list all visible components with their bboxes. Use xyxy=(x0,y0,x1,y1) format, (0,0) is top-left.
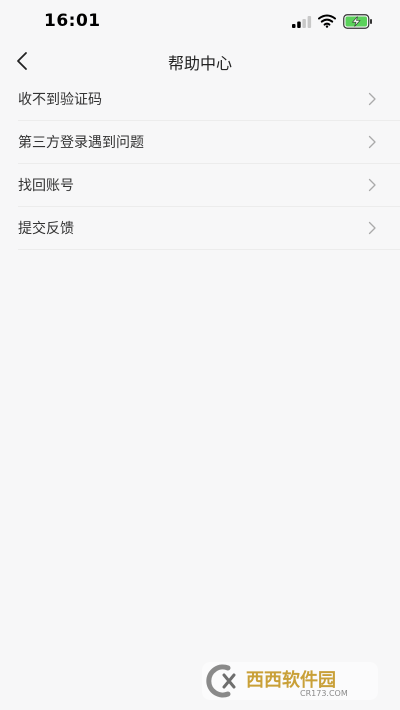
wifi-icon xyxy=(318,14,336,28)
status-bar: 16:01 xyxy=(0,0,400,44)
status-time: 16:01 xyxy=(44,11,101,31)
nav-bar: 帮助中心 xyxy=(0,44,400,76)
help-item-label: 提交反馈 xyxy=(18,221,74,237)
watermark-domain: CR173.COM xyxy=(300,689,348,698)
chevron-right-icon xyxy=(368,221,376,235)
help-item-recover-account[interactable]: 找回账号 xyxy=(18,164,400,207)
help-item-label: 收不到验证码 xyxy=(18,92,102,108)
help-item-verification-code[interactable]: 收不到验证码 xyxy=(18,78,400,121)
watermark-brand: 西西软件园 xyxy=(246,669,336,691)
signal-icon xyxy=(292,16,312,28)
chevron-right-icon xyxy=(368,92,376,106)
help-item-third-party-login[interactable]: 第三方登录遇到问题 xyxy=(18,121,400,164)
help-item-label: 第三方登录遇到问题 xyxy=(18,135,144,151)
page-title: 帮助中心 xyxy=(167,54,232,73)
help-center-screen: 16:01 帮助中心 收不到验证码 第三方登录遇到问题 找回账号 提交反馈 西西… xyxy=(0,0,400,710)
help-item-label: 找回账号 xyxy=(18,178,74,194)
watermark-logo: 西西软件园 CR173.COM xyxy=(202,662,378,700)
help-item-submit-feedback[interactable]: 提交反馈 xyxy=(18,207,400,250)
help-list: 收不到验证码 第三方登录遇到问题 找回账号 提交反馈 xyxy=(18,78,400,250)
battery-charging-icon xyxy=(343,14,372,29)
chevron-right-icon xyxy=(368,135,376,149)
chevron-right-icon xyxy=(368,178,376,192)
